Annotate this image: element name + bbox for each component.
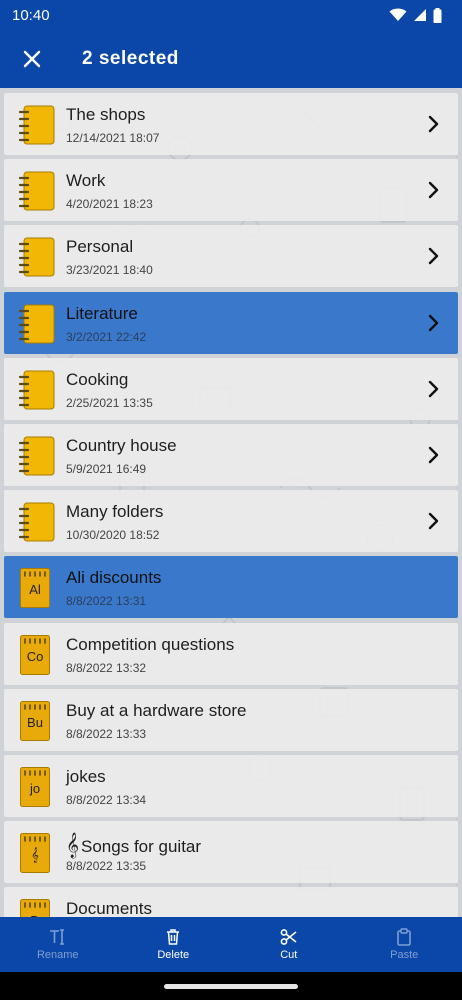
item-title: 𝄞 Songs for guitar: [66, 833, 201, 858]
note-icon: 𝄞: [20, 833, 50, 874]
cut-button[interactable]: Cut: [231, 917, 347, 972]
item-date: 4/20/2021 18:23: [66, 197, 153, 212]
bottom-action-bar: Rename Delete Cut Paste: [0, 917, 462, 972]
cut-label: Cut: [280, 949, 298, 961]
item-date: 3/23/2021 18:40: [66, 263, 153, 278]
note-row[interactable]: 𝄞 𝄞 Songs for guitar 8/8/2022 13:35: [4, 821, 458, 884]
item-date: 5/9/2021 16:49: [66, 462, 147, 476]
folder-row[interactable]: Personal 3/23/2021 18:40: [4, 225, 458, 288]
folder-row[interactable]: Work 4/20/2021 18:23: [4, 159, 458, 222]
chevron-right-icon: [428, 380, 439, 397]
folder-notebook-icon: [18, 436, 55, 476]
folder-notebook-icon: [18, 171, 55, 211]
folder-row[interactable]: Country house 5/9/2021 16:49: [4, 424, 458, 486]
note-row[interactable]: Al Ali discounts 8/8/2022 13:31: [4, 556, 458, 619]
item-date: 2/25/2021 13:35: [66, 395, 153, 410]
battery-icon: [433, 7, 442, 23]
folder-notebook-icon: [18, 502, 55, 542]
selection-count-title: 2 selected: [82, 48, 179, 69]
note-icon: D: [20, 899, 50, 917]
note-badge: Co: [26, 648, 44, 664]
system-navigation-bar: [0, 972, 462, 1000]
trash-icon: [167, 929, 180, 945]
note-icon: Co: [20, 634, 50, 675]
delete-button[interactable]: Delete: [116, 917, 232, 972]
item-date: 8/8/2022 13:31: [66, 594, 147, 609]
paste-label: Paste: [390, 949, 419, 961]
close-selection-button[interactable]: [0, 30, 64, 88]
rename-label: Rename: [36, 949, 79, 961]
chevron-right-icon: [428, 115, 439, 133]
note-badge: Bu: [27, 714, 43, 730]
folder-row[interactable]: The shops 12/14/2021 18:07: [4, 93, 458, 155]
item-title: Cooking: [66, 369, 129, 389]
note-row[interactable]: Bu Buy at a hardware store 8/8/2022 13:33: [4, 688, 458, 751]
item-title: Country house: [66, 436, 177, 455]
treble-clef-icon: 𝄞: [66, 833, 80, 859]
chevron-right-icon: [428, 248, 439, 265]
item-title: Personal: [66, 237, 134, 257]
item-date: 10/30/2020 18:52: [66, 528, 160, 543]
item-date: 12/14/2021 18:07: [66, 131, 160, 145]
folder-notebook-icon: [18, 304, 55, 344]
note-icon: Bu: [20, 700, 50, 741]
item-date: 8/8/2022 13:34: [66, 793, 147, 807]
folder-notebook-icon: [18, 237, 55, 277]
item-title: Competition questions: [66, 634, 235, 654]
chevron-right-icon: [428, 512, 439, 530]
paste-button[interactable]: Paste: [347, 917, 462, 972]
clipboard-icon: [397, 928, 412, 946]
scissors-icon: [280, 929, 297, 945]
item-title: Literature: [66, 303, 138, 323]
folder-row[interactable]: Many folders 10/30/2020 18:52: [4, 490, 458, 553]
item-title: Many folders: [66, 502, 164, 522]
item-title: Documents: [66, 899, 152, 917]
item-title-text: Songs for guitar: [81, 837, 202, 857]
note-row[interactable]: D Documents: [4, 887, 458, 917]
folder-row[interactable]: Cooking 2/25/2021 13:35: [4, 357, 458, 420]
note-row[interactable]: jo jokes 8/8/2022 13:34: [4, 755, 458, 817]
folder-row[interactable]: Literature 3/2/2021 22:42: [4, 291, 458, 354]
item-title: Ali discounts: [66, 568, 162, 588]
item-date: 8/8/2022 13:32: [66, 660, 147, 675]
wifi-icon: [389, 8, 407, 21]
status-bar: 10:40: [0, 0, 462, 30]
app-bar: 2 selected: [0, 30, 462, 88]
note-icon: Al: [20, 568, 50, 609]
item-title: jokes: [66, 767, 106, 786]
item-date: 8/8/2022 13:35: [66, 859, 147, 874]
home-indicator[interactable]: [164, 984, 298, 989]
signal-icon: [414, 9, 426, 21]
note-icon: jo: [20, 767, 50, 807]
notes-list-area[interactable]: The shops 12/14/2021 18:07 Work 4/20/2021 1…: [0, 88, 462, 917]
chevron-right-icon: [428, 181, 439, 199]
close-icon: [23, 50, 41, 68]
note-row[interactable]: Co Competition questions 8/8/2022 13:32: [4, 622, 458, 685]
status-icons: [389, 7, 442, 23]
rename-icon: [49, 929, 64, 945]
item-title: The shops: [66, 105, 146, 124]
item-title: Work: [66, 171, 106, 191]
note-badge: jo: [29, 781, 41, 796]
item-title: Buy at a hardware store: [66, 700, 247, 720]
chevron-right-icon: [428, 446, 439, 464]
rename-button[interactable]: Rename: [0, 917, 116, 972]
chevron-right-icon: [428, 314, 439, 331]
delete-label: Delete: [157, 949, 190, 961]
folder-notebook-icon: [18, 105, 55, 145]
note-badge: 𝄞: [31, 847, 39, 863]
item-date: 3/2/2021 22:42: [66, 329, 147, 344]
folder-notebook-icon: [18, 370, 55, 410]
item-date: 8/8/2022 13:33: [66, 726, 147, 741]
status-time: 10:40: [12, 6, 50, 24]
note-badge: Al: [29, 582, 41, 598]
